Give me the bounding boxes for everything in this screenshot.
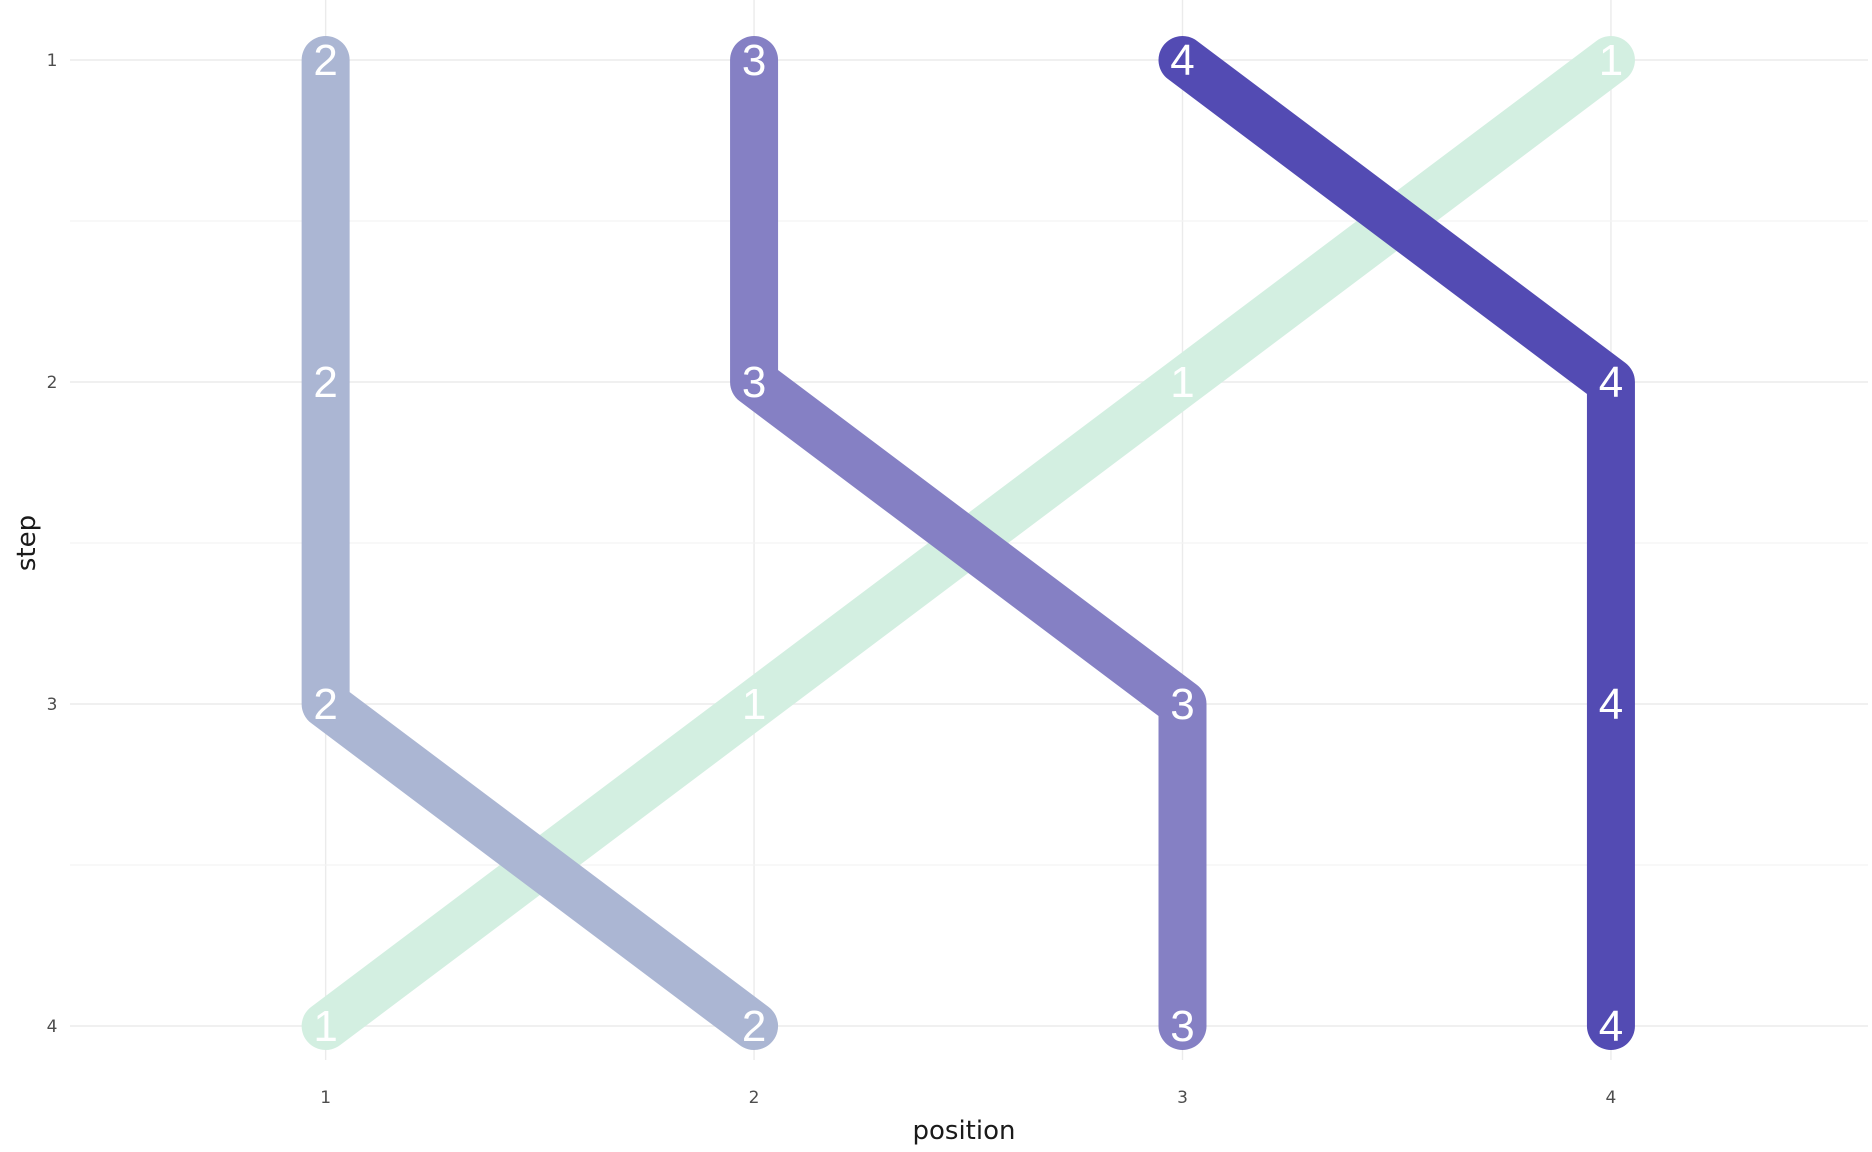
x-tick-label: 4: [1606, 1088, 1617, 1108]
y-tick-label: 3: [47, 695, 58, 715]
y-tick-label: 4: [47, 1017, 58, 1037]
y-tick-label: 1: [47, 51, 58, 71]
point-label: 3: [1170, 680, 1194, 729]
point-label: 1: [1599, 36, 1623, 85]
y-axis-title: step: [12, 515, 42, 571]
x-tick-label: 3: [1177, 1088, 1188, 1108]
x-tick-label: 1: [320, 1088, 331, 1108]
point-label: 3: [742, 36, 766, 85]
x-axis-title: position: [913, 1116, 1016, 1146]
point-label: 2: [313, 36, 337, 85]
point-label: 2: [313, 358, 337, 407]
point-label: 1: [313, 1002, 337, 1051]
x-tick-label: 2: [749, 1088, 760, 1108]
point-label: 1: [1170, 358, 1194, 407]
chart-svg: 1 1 1 1 2 2 2 2 3 3 3 3 4 4 4 4 1 2 3 4 1 2 3 4 position step: [12, 0, 1868, 1146]
point-label: 2: [313, 680, 337, 729]
point-label: 2: [742, 1002, 766, 1051]
chart: 1 1 1 1 2 2 2 2 3 3 3 3 4 4 4 4 1 2 3 4 1 2 3 4 position step: [0, 0, 1872, 1152]
point-label: 3: [742, 358, 766, 407]
point-label: 1: [742, 680, 766, 729]
point-label: 4: [1599, 358, 1623, 407]
point-label: 3: [1170, 1002, 1194, 1051]
y-tick-label: 2: [47, 373, 58, 393]
point-label: 4: [1170, 36, 1194, 85]
point-label: 4: [1599, 680, 1623, 729]
point-label: 4: [1599, 1002, 1623, 1051]
